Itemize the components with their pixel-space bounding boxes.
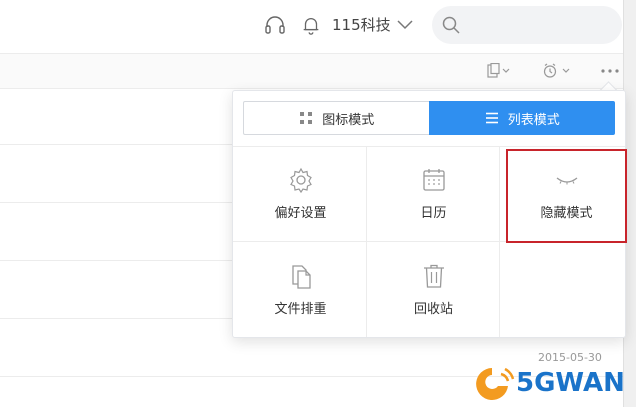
file-toolbar xyxy=(0,53,624,89)
bell-icon[interactable] xyxy=(298,12,324,38)
gear-icon xyxy=(289,167,312,194)
menu-item-label: 日历 xyxy=(420,206,447,221)
grid-mode-button[interactable]: 图标模式 xyxy=(243,101,429,135)
list-mode-label: 列表模式 xyxy=(507,112,560,128)
menu-item-label: 偏好设置 xyxy=(274,206,327,221)
grid-icon xyxy=(300,112,313,124)
highlight-box xyxy=(506,149,627,243)
watermark-text: 5GWAN xyxy=(516,368,625,398)
paste-button[interactable] xyxy=(486,62,512,80)
more-button[interactable] xyxy=(600,62,620,80)
alarm-clock-icon xyxy=(543,63,570,78)
menu-item-label: 回收站 xyxy=(413,302,453,317)
more-dots-icon xyxy=(601,69,619,73)
timer-button[interactable] xyxy=(542,62,572,80)
more-menu-panel: 图标模式 列表模式 偏好设置 日历 隐藏模式 文件排重 回收站 xyxy=(232,90,627,338)
duplicate-file-icon xyxy=(291,265,311,289)
menu-item-recycle-bin[interactable]: 回收站 xyxy=(368,242,499,337)
list-mode-button[interactable]: 列表模式 xyxy=(428,101,615,135)
view-mode-toggle: 图标模式 列表模式 xyxy=(243,101,615,135)
user-name[interactable]: 115科技 xyxy=(332,14,391,36)
top-header: 115科技 xyxy=(0,0,636,52)
grid-divider xyxy=(366,146,367,337)
menu-item-dedupe[interactable]: 文件排重 xyxy=(235,242,366,337)
list-icon xyxy=(485,112,498,124)
grid-mode-label: 图标模式 xyxy=(322,112,375,128)
menu-item-preferences[interactable]: 偏好设置 xyxy=(235,146,366,241)
chevron-down-icon[interactable] xyxy=(394,14,416,36)
clipboard-icon xyxy=(487,63,510,78)
menu-item-calendar[interactable]: 日历 xyxy=(368,146,499,241)
grid-divider xyxy=(499,146,500,337)
calendar-icon xyxy=(422,169,445,191)
headset-icon[interactable] xyxy=(262,12,288,38)
menu-item-label: 文件排重 xyxy=(274,302,327,317)
search-icon xyxy=(442,16,460,34)
trash-icon xyxy=(423,264,444,288)
